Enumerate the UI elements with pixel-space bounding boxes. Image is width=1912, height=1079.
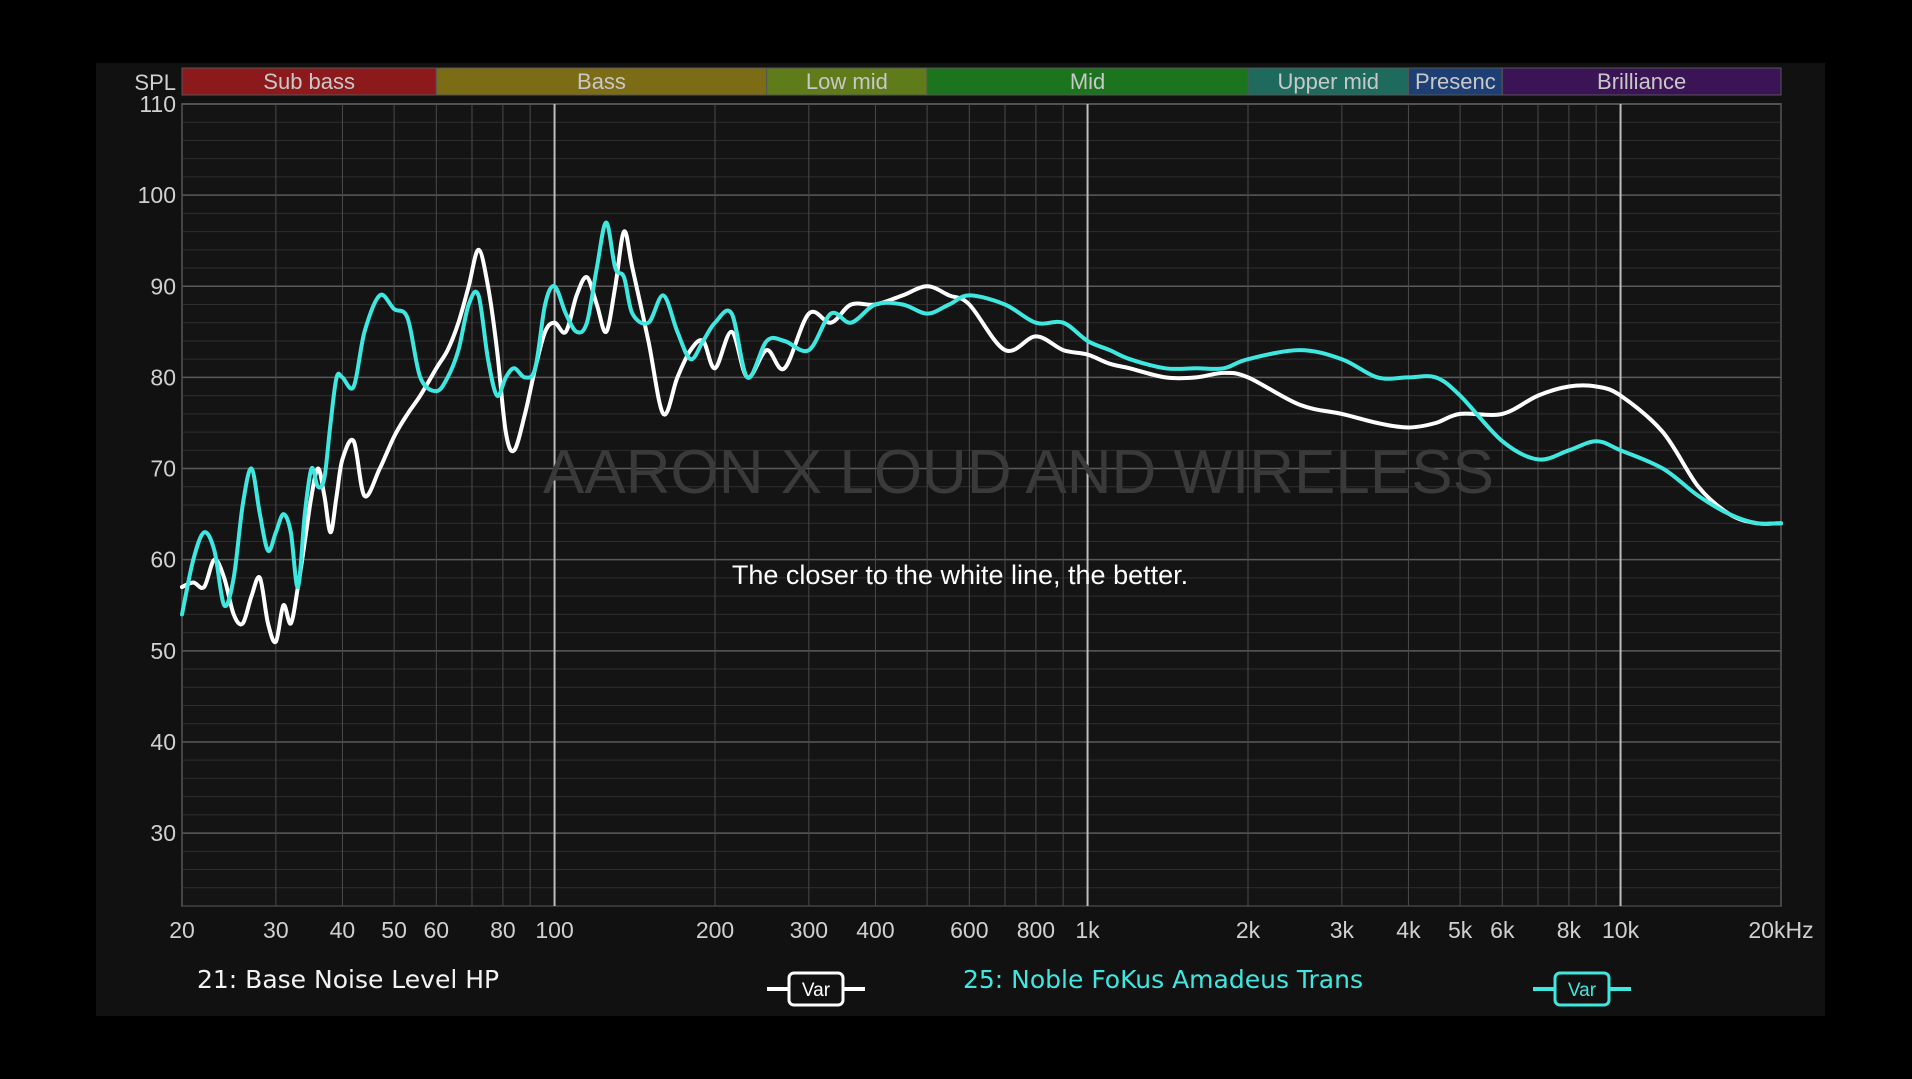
x-tick-label: 400 [856,917,894,943]
frequency-bands: Sub bass Bass Low mid Mid Upper mid Presenc Br… [181,67,1782,96]
y-axis-label: SPL [134,70,176,95]
x-tick-label: 30 [263,917,289,943]
x-tick-label: 100 [535,917,573,943]
x-tick-label: 2k [1236,917,1261,943]
x-tick-label: 6k [1490,917,1515,943]
x-tick-label: 1k [1075,917,1100,943]
x-tick-label: 10k [1602,917,1640,943]
y-tick-label: 80 [150,364,176,390]
x-tick-label: 60 [424,917,450,943]
x-tick-label: 3k [1330,917,1355,943]
band-label: Sub bass [263,69,355,94]
annotation: The closer to the white line, the better… [732,560,1188,590]
y-tick-label: 30 [150,820,176,846]
legend-label: 21: Base Noise Level HP [197,965,500,994]
y-tick-label: 40 [150,729,176,755]
y-tick-label: 50 [150,638,176,664]
x-tick-label: 40 [330,917,356,943]
y-tick-label: 70 [150,456,176,482]
legend-item-noble-fokus[interactable]: 25: Noble FoKus Amadeus Trans [963,965,1363,994]
band-label: Mid [1070,69,1105,94]
frequency-response-chart: Sub bass Bass Low mid Mid Upper mid Presenc Br… [134,67,1814,943]
x-tick-label: 80 [490,917,516,943]
x-tick-label: 300 [790,917,828,943]
watermark: AARON X LOUD AND WIRELESS [543,438,1494,507]
var-button-label: Var [1568,980,1597,1001]
var-button-label: Var [802,980,831,1001]
var-button-cyan[interactable]: Var [1531,966,1651,1012]
x-tick-label: 8k [1557,917,1582,943]
x-tick-label: 5k [1448,917,1473,943]
x-tick-label: 600 [950,917,988,943]
var-button-white[interactable]: Var [765,966,885,1012]
legend-item-base-noise[interactable]: 21: Base Noise Level HP [197,965,499,994]
y-tick-label: 90 [150,273,176,299]
band-label: Presenc [1415,69,1496,94]
x-tick-label: 20 [169,917,195,943]
x-tick-label: 800 [1017,917,1055,943]
band-label: Bass [577,69,626,94]
x-tick-label: 50 [381,917,407,943]
x-tick-label: 200 [696,917,734,943]
band-label: Brilliance [1597,69,1686,94]
x-tick-label: 4k [1396,917,1421,943]
band-label: Low mid [806,69,888,94]
graph-panel: Sub bass Bass Low mid Mid Upper mid Presenc Br… [96,63,1825,1016]
y-tick-label: 60 [150,547,176,573]
band-label: Upper mid [1277,69,1378,94]
legend-label: 25: Noble FoKus Amadeus Trans [963,965,1363,994]
x-tick-label: 20kHz [1748,917,1813,943]
y-tick-label: 100 [138,182,176,208]
